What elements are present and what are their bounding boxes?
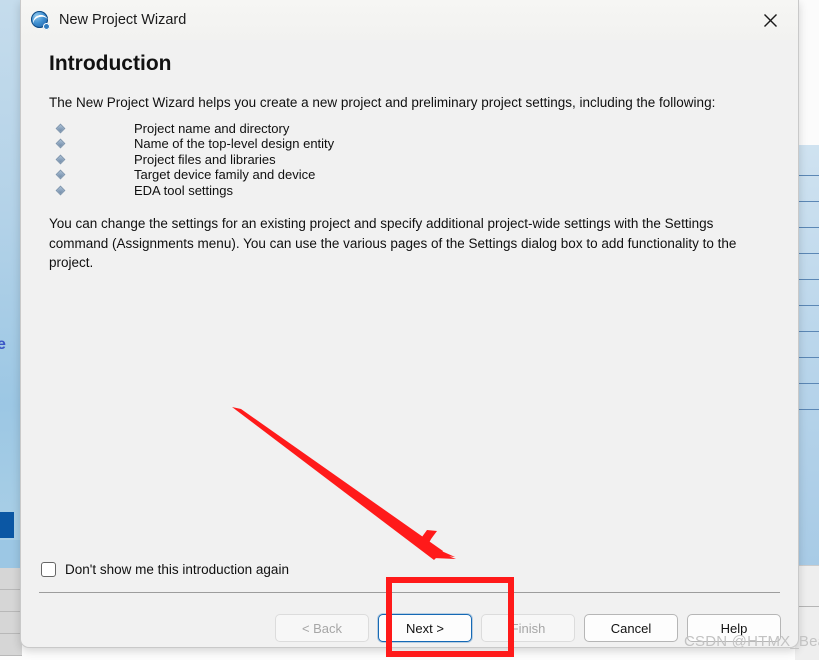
dialog-title: New Project Wizard xyxy=(59,12,187,28)
list-item: Project files and libraries xyxy=(35,152,784,168)
diamond-bullet-icon xyxy=(55,169,66,180)
closing-paragraph: You can change the settings for an exist… xyxy=(49,216,737,271)
dont-show-again-row[interactable]: Don't show me this introduction again xyxy=(41,562,289,577)
dialog-button-bar: < Back Next > Finish Cancel Help xyxy=(21,608,798,648)
intro-paragraph: The New Project Wizard helps you create … xyxy=(49,95,716,110)
back-button[interactable]: < Back xyxy=(275,614,369,642)
list-item-label: Project files and libraries xyxy=(134,151,276,167)
dialog-titlebar: New Project Wizard xyxy=(21,0,798,40)
background-letter-e: e xyxy=(0,336,6,353)
list-item: Target device family and device xyxy=(35,167,784,183)
close-icon[interactable] xyxy=(742,0,798,40)
page-title: Introduction xyxy=(49,52,172,75)
list-item-label: EDA tool settings xyxy=(134,182,233,198)
background-left-blue-strip xyxy=(0,0,22,540)
diamond-bullet-icon xyxy=(55,185,66,196)
footer-divider xyxy=(39,592,780,593)
list-item: EDA tool settings xyxy=(35,183,784,199)
dialog-content: Introduction The New Project Wizard help… xyxy=(21,52,798,603)
cancel-button[interactable]: Cancel xyxy=(584,614,678,642)
dont-show-again-checkbox[interactable] xyxy=(41,562,56,577)
list-item: Name of the top-level design entity xyxy=(35,136,784,152)
feature-bullet-list: Project name and directory Name of the t… xyxy=(35,121,784,199)
diamond-bullet-icon xyxy=(55,154,66,165)
list-item-label: Project name and directory xyxy=(134,120,290,136)
screenshot-root: e New Project Wizard Introduction The Ne… xyxy=(0,0,819,660)
diamond-bullet-icon xyxy=(55,123,66,134)
diamond-bullet-icon xyxy=(55,138,66,149)
list-item: Project name and directory xyxy=(35,121,784,137)
list-item-label: Target device family and device xyxy=(134,167,316,183)
list-item-label: Name of the top-level design entity xyxy=(134,136,335,152)
background-left-rows xyxy=(0,568,22,660)
next-button[interactable]: Next > xyxy=(378,614,472,642)
new-project-wizard-dialog: New Project Wizard Introduction The New … xyxy=(20,0,819,650)
quartus-globe-icon xyxy=(30,10,50,30)
finish-button[interactable]: Finish xyxy=(481,614,575,642)
background-left-blue-tab xyxy=(0,512,14,538)
dont-show-again-label: Don't show me this introduction again xyxy=(65,562,289,577)
watermark-text: CSDN @HTMX_Bean xyxy=(684,633,819,650)
background-left-blue-strip-lower xyxy=(0,540,22,568)
